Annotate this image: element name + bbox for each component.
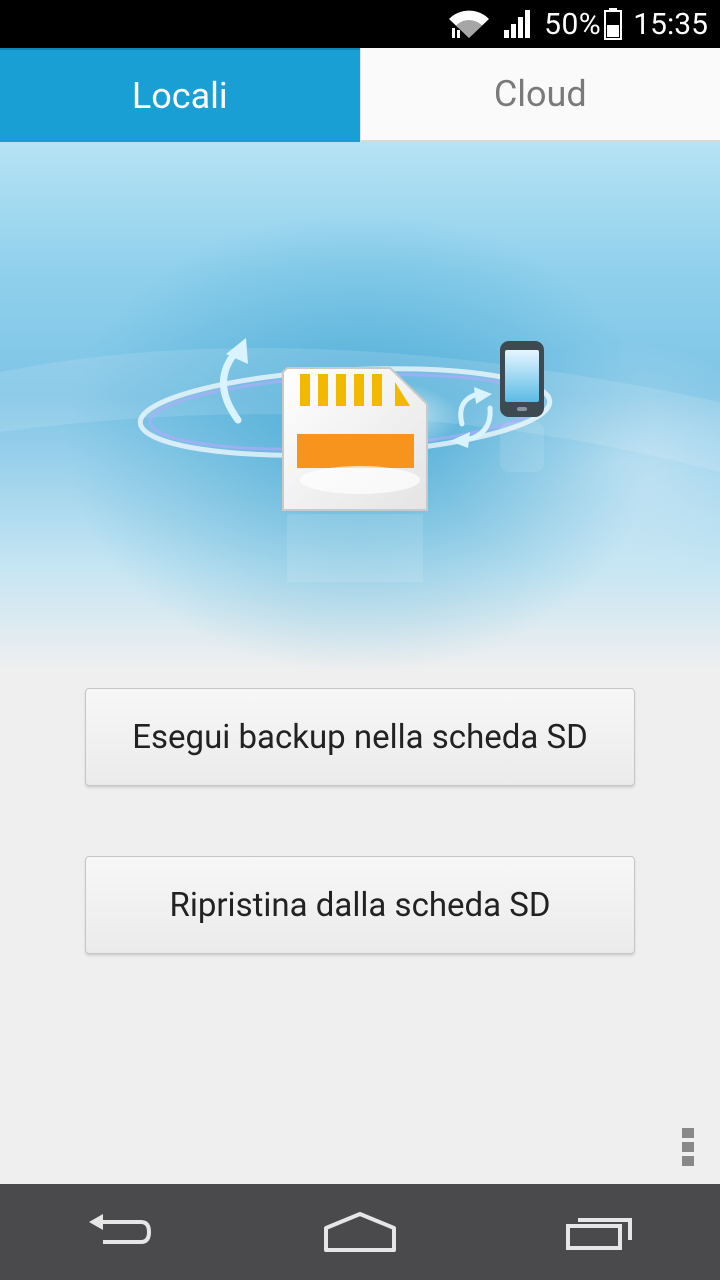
backup-to-sd-button[interactable]: Esegui backup nella scheda SD	[85, 688, 635, 786]
wifi-icon	[446, 8, 492, 40]
tab-cloud-label: Cloud	[493, 73, 587, 115]
status-bar: 50% 15:35	[0, 0, 720, 48]
phone-icon	[500, 341, 544, 472]
overflow-menu-icon[interactable]	[680, 1128, 696, 1174]
navigation-bar	[0, 1184, 720, 1280]
tab-bar: Locali Cloud	[0, 48, 720, 142]
recent-apps-icon[interactable]	[540, 1192, 660, 1272]
home-icon[interactable]	[300, 1192, 420, 1272]
restore-button-label: Ripristina dalla scheda SD	[169, 885, 551, 925]
back-icon[interactable]	[60, 1192, 180, 1272]
restore-from-sd-button[interactable]: Ripristina dalla scheda SD	[85, 856, 635, 954]
battery-percent: 50%	[544, 6, 602, 42]
signal-icon	[502, 8, 534, 40]
tab-cloud[interactable]: Cloud	[359, 48, 720, 142]
clock: 15:35	[633, 6, 708, 42]
backup-button-label: Esegui backup nella scheda SD	[132, 717, 588, 757]
hero-illustration	[0, 142, 720, 670]
sd-card-icon	[282, 367, 428, 582]
battery-icon	[604, 8, 623, 40]
tab-locali-label: Locali	[131, 75, 228, 117]
tab-locali[interactable]: Locali	[0, 48, 360, 142]
